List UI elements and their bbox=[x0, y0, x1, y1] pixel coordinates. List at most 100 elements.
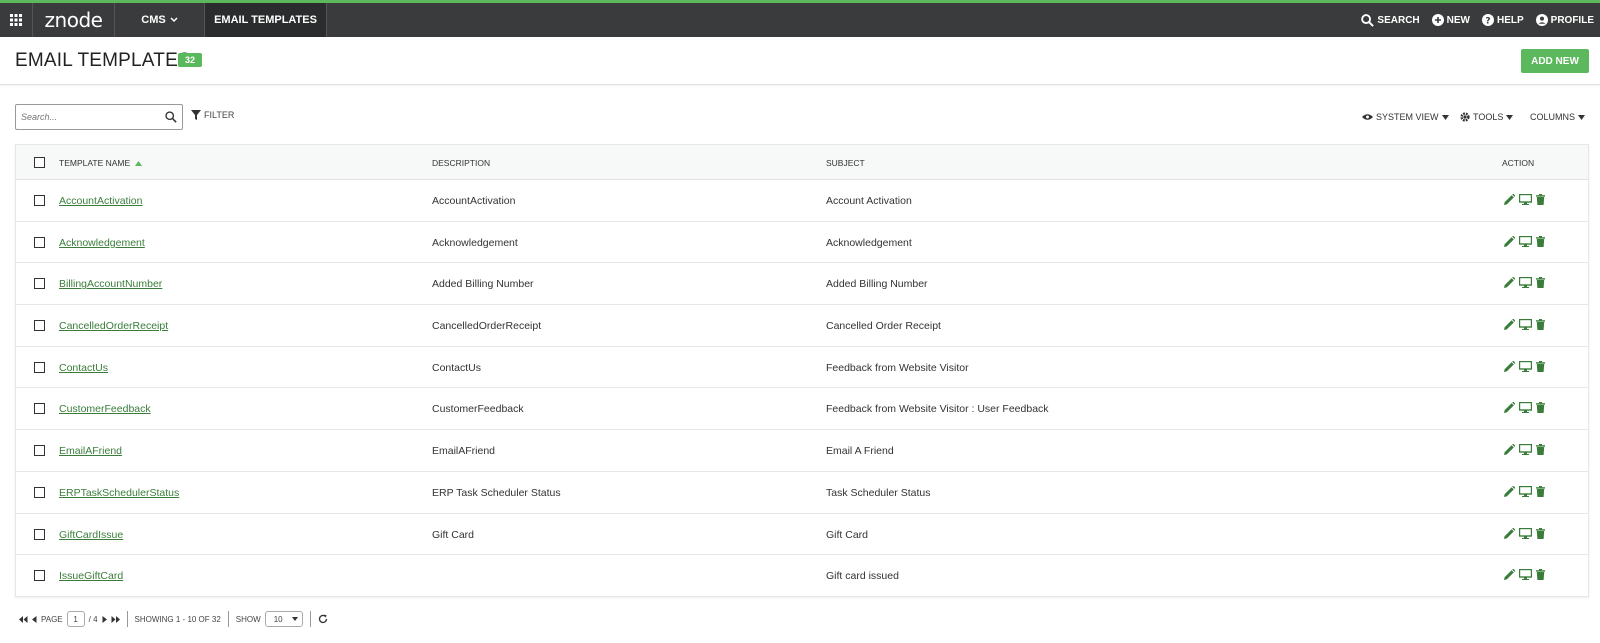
row-actions bbox=[1504, 194, 1545, 205]
template-name-link[interactable]: BillingAccountNumber bbox=[59, 278, 162, 290]
edit-icon[interactable] bbox=[1504, 360, 1515, 372]
delete-icon[interactable] bbox=[1536, 194, 1545, 205]
row-checkbox[interactable] bbox=[34, 195, 45, 206]
filter-button[interactable]: FILTER bbox=[191, 110, 234, 120]
email-templates-grid: TEMPLATE NAME DESCRIPTION SUBJECT ACTION… bbox=[15, 144, 1589, 597]
select-all-checkbox[interactable] bbox=[34, 157, 45, 168]
subject-cell: Task Scheduler Status bbox=[826, 486, 931, 499]
template-name-link[interactable]: AccountActivation bbox=[59, 195, 142, 207]
last-page-icon[interactable] bbox=[111, 615, 120, 623]
page-size-select[interactable]: 10 bbox=[264, 611, 303, 627]
caret-down-icon bbox=[1441, 114, 1449, 120]
preview-icon[interactable] bbox=[1519, 569, 1532, 581]
system-view-dropdown[interactable]: SYSTEM VIEW bbox=[1362, 112, 1449, 122]
subject-cell: Feedback from Website Visitor bbox=[826, 361, 969, 374]
search-nav-button[interactable]: SEARCH bbox=[1361, 13, 1420, 27]
edit-icon[interactable] bbox=[1504, 194, 1515, 205]
plus-circle-icon bbox=[1431, 14, 1444, 26]
next-page-icon[interactable] bbox=[102, 615, 107, 623]
edit-icon[interactable] bbox=[1504, 235, 1515, 247]
columns-dropdown[interactable]: COLUMNS bbox=[1530, 112, 1586, 122]
template-name-link[interactable]: ContactUs bbox=[59, 362, 108, 374]
edit-icon[interactable] bbox=[1504, 319, 1515, 331]
table-row: ERPTaskSchedulerStatus ERP Task Scheduler… bbox=[16, 472, 1588, 514]
description-cell: EmailAFriend bbox=[432, 445, 496, 458]
filter-icon bbox=[191, 110, 201, 120]
description-cell: Added Billing Number bbox=[432, 278, 534, 291]
edit-icon[interactable] bbox=[1504, 485, 1515, 497]
row-actions bbox=[1504, 360, 1545, 372]
delete-icon[interactable] bbox=[1536, 527, 1545, 539]
preview-icon[interactable] bbox=[1519, 360, 1532, 372]
edit-icon[interactable] bbox=[1504, 277, 1515, 289]
preview-icon[interactable] bbox=[1519, 319, 1532, 331]
delete-icon[interactable] bbox=[1536, 277, 1545, 289]
table-row: GiftCardIssue Gift Card Gift Card bbox=[16, 514, 1588, 556]
column-header-template-name[interactable]: TEMPLATE NAME bbox=[59, 158, 142, 168]
search-icon[interactable] bbox=[165, 111, 177, 123]
add-new-button[interactable]: ADD NEW bbox=[1521, 49, 1589, 73]
delete-icon[interactable] bbox=[1536, 360, 1545, 372]
preview-icon[interactable] bbox=[1519, 444, 1532, 456]
row-checkbox[interactable] bbox=[34, 278, 45, 290]
template-name-link[interactable]: EmailAFriend bbox=[59, 445, 122, 457]
edit-icon[interactable] bbox=[1504, 527, 1515, 539]
template-name-link[interactable]: CancelledOrderReceipt bbox=[59, 320, 168, 332]
sort-asc-icon bbox=[134, 161, 142, 166]
caret-down-icon bbox=[1506, 114, 1514, 120]
app-menu-button[interactable] bbox=[0, 3, 33, 37]
description-cell: CustomerFeedback bbox=[432, 403, 524, 416]
table-row: CancelledOrderReceipt CancelledOrderRecei… bbox=[16, 305, 1588, 347]
refresh-icon[interactable] bbox=[318, 614, 328, 624]
preview-icon[interactable] bbox=[1519, 402, 1532, 414]
profile-nav-button[interactable]: PROFILE bbox=[1535, 14, 1594, 26]
row-checkbox[interactable] bbox=[34, 361, 45, 373]
template-name-link[interactable]: ERPTaskSchedulerStatus bbox=[59, 487, 179, 499]
tools-dropdown[interactable]: TOOLS bbox=[1460, 112, 1514, 122]
template-name-link[interactable]: GiftCardIssue bbox=[59, 529, 123, 541]
row-checkbox[interactable] bbox=[34, 320, 45, 332]
cms-menu[interactable]: CMS bbox=[115, 3, 205, 37]
edit-icon[interactable] bbox=[1504, 569, 1515, 581]
delete-icon[interactable] bbox=[1536, 235, 1545, 247]
row-checkbox[interactable] bbox=[34, 403, 45, 415]
row-checkbox[interactable] bbox=[34, 528, 45, 540]
table-row: EmailAFriend EmailAFriend Email A Friend bbox=[16, 430, 1588, 472]
delete-icon[interactable] bbox=[1536, 319, 1545, 331]
table-row: IssueGiftCard Gift card issued bbox=[16, 555, 1588, 597]
column-header-description[interactable]: DESCRIPTION bbox=[432, 158, 490, 168]
preview-icon[interactable] bbox=[1519, 527, 1532, 539]
row-checkbox[interactable] bbox=[34, 486, 45, 498]
preview-icon[interactable] bbox=[1519, 277, 1532, 289]
page-number-input[interactable]: 1 bbox=[66, 611, 85, 627]
delete-icon[interactable] bbox=[1536, 402, 1545, 414]
preview-icon[interactable] bbox=[1519, 235, 1532, 247]
row-checkbox[interactable] bbox=[34, 570, 45, 582]
delete-icon[interactable] bbox=[1536, 444, 1545, 456]
edit-icon[interactable] bbox=[1504, 444, 1515, 456]
subject-cell: Gift Card bbox=[826, 528, 869, 541]
search-input[interactable] bbox=[16, 106, 156, 128]
row-checkbox[interactable] bbox=[34, 445, 45, 457]
delete-icon[interactable] bbox=[1536, 485, 1545, 497]
tools-label: TOOLS bbox=[1473, 112, 1504, 122]
row-actions bbox=[1504, 319, 1545, 331]
help-nav-button[interactable]: ? HELP bbox=[1481, 14, 1524, 26]
column-header-subject[interactable]: SUBJECT bbox=[826, 158, 865, 168]
showing-count: SHOWING 1 - 10 OF 32 bbox=[134, 614, 221, 624]
znode-logo[interactable]: znode bbox=[33, 3, 115, 37]
preview-icon[interactable] bbox=[1519, 194, 1532, 205]
delete-icon[interactable] bbox=[1536, 569, 1545, 581]
template-name-link[interactable]: CustomerFeedback bbox=[59, 403, 151, 415]
template-name-link[interactable]: IssueGiftCard bbox=[59, 570, 123, 582]
edit-icon[interactable] bbox=[1504, 402, 1515, 414]
gear-icon bbox=[1460, 112, 1470, 122]
first-page-icon[interactable] bbox=[19, 615, 28, 623]
grid-body: AccountActivation AccountActivation Accoun… bbox=[16, 180, 1588, 597]
tab-email-templates[interactable]: EMAIL TEMPLATES bbox=[205, 3, 327, 37]
new-nav-button[interactable]: NEW bbox=[1431, 14, 1470, 26]
preview-icon[interactable] bbox=[1519, 485, 1532, 497]
row-checkbox[interactable] bbox=[34, 236, 45, 248]
template-name-link[interactable]: Acknowledgement bbox=[59, 237, 145, 249]
previous-page-icon[interactable] bbox=[32, 615, 37, 623]
